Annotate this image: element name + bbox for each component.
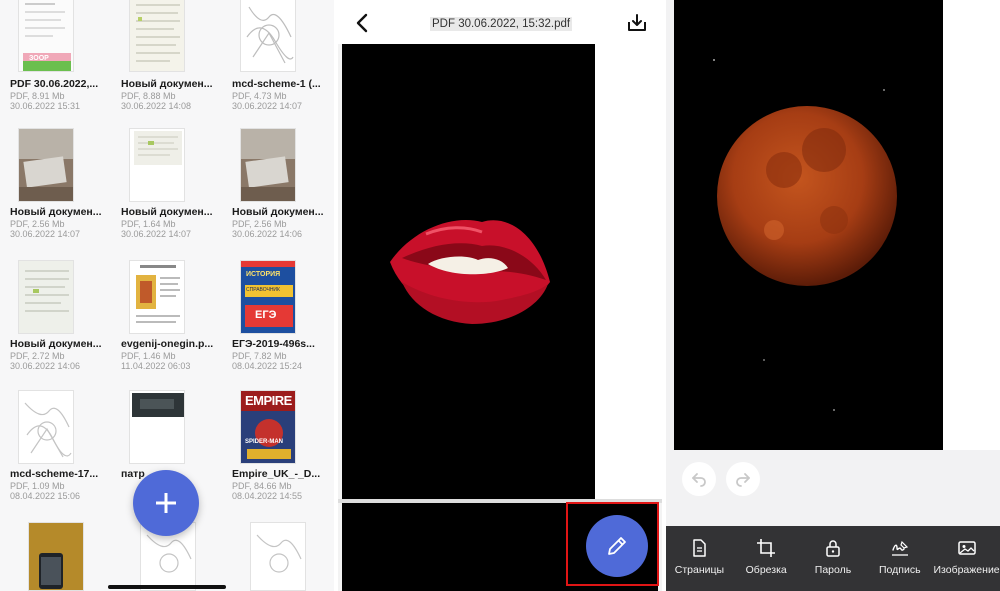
back-button[interactable]	[352, 12, 374, 34]
file-card[interactable]: ЗООР PDF 30.06.2022,... PDF, 8.91 Mb 30.…	[0, 0, 106, 132]
home-indicator	[108, 585, 226, 589]
redo-icon	[736, 473, 750, 487]
add-file-button[interactable]	[133, 470, 199, 536]
file-thumbnail	[18, 390, 74, 464]
plus-icon	[156, 493, 176, 513]
edit-button[interactable]	[586, 515, 648, 577]
pdf-page-margin	[943, 0, 1000, 450]
pdf-page[interactable]	[342, 44, 595, 499]
crop-tool[interactable]: Обрезка	[733, 526, 800, 591]
signature-icon	[891, 540, 908, 556]
file-card[interactable]: Новый докумен... PDF, 1.64 Mb 30.06.2022…	[111, 128, 217, 260]
file-thumbnail: ЗООР	[18, 0, 74, 72]
file-card[interactable]: evgenij-onegin.p... PDF, 1.46 Mb 11.04.2…	[111, 260, 217, 392]
tool-label: Страницы	[674, 564, 725, 576]
pages-tool[interactable]: Страницы	[666, 526, 733, 591]
file-date: 30.06.2022 14:07	[232, 101, 303, 111]
file-card[interactable]: mcd-scheme-1 (... PDF, 4.73 Mb 30.06.202…	[222, 0, 328, 132]
file-date: 30.06.2022 14:07	[121, 229, 192, 239]
file-name: Новый докумен...	[121, 78, 213, 90]
tool-label: Пароль	[814, 564, 852, 576]
book-exam-text: ЕГЭ	[255, 309, 277, 321]
file-date: 30.06.2022 14:08	[121, 101, 192, 111]
download-button[interactable]	[626, 12, 648, 34]
file-name: Empire_UK_-_D...	[232, 468, 321, 480]
file-date: 08.04.2022 15:06	[10, 491, 81, 501]
moon-image	[674, 0, 943, 450]
file-date: 30.06.2022 14:07	[10, 229, 81, 239]
image-icon	[957, 541, 976, 555]
editor-panel: Страницы Обрезка Пароль Подпись Изображе…	[666, 0, 1000, 591]
file-card[interactable]: Новый докумен... PDF, 2.56 Mb 30.06.2022…	[0, 128, 106, 260]
book-subtitle-text: СПРАВОЧНИК	[246, 287, 280, 293]
pdf-page[interactable]	[674, 0, 943, 450]
file-card[interactable]: EMPIRE SPIDER-MAN Empire_UK_-_D... PDF, …	[222, 390, 328, 522]
pages-icon	[693, 539, 707, 557]
files-panel: ЗООР PDF 30.06.2022,... PDF, 8.91 Mb 30.…	[0, 0, 334, 591]
file-date: 30.06.2022 14:06	[232, 229, 303, 239]
viewer-header: PDF 30.06.2022, 15:32.pdf	[338, 0, 662, 44]
promo-thumb-text: ЗООР	[29, 55, 49, 62]
magazine-title-text: EMPIRE	[245, 393, 292, 408]
file-date: 11.04.2022 06:03	[121, 361, 191, 371]
file-card[interactable]: Новый докумен... PDF, 2.72 Mb 30.06.2022…	[0, 260, 106, 392]
file-date: 30.06.2022 14:06	[10, 361, 81, 371]
crop-icon	[757, 539, 776, 557]
file-thumbnail	[240, 128, 296, 202]
file-card[interactable]: Новый докумен... PDF, 2.56 Mb 30.06.2022…	[222, 128, 328, 260]
file-thumbnail	[18, 128, 74, 202]
undo-button[interactable]	[682, 462, 716, 496]
file-thumbnail[interactable]	[250, 522, 306, 591]
file-thumbnail	[129, 0, 185, 72]
file-thumbnail: ИСТОРИЯ СПРАВОЧНИК ЕГЭ	[240, 260, 296, 334]
file-thumbnail[interactable]	[28, 522, 84, 591]
download-icon	[628, 14, 646, 31]
file-name: mcd-scheme-17...	[10, 468, 99, 480]
file-thumbnail	[240, 0, 296, 72]
file-date: 08.04.2022 15:24	[232, 361, 303, 371]
file-name: evgenij-onegin.p...	[121, 338, 214, 350]
signature-tool[interactable]: Подпись	[866, 526, 933, 591]
file-date: 08.04.2022 14:55	[232, 491, 303, 501]
file-thumbnail	[129, 260, 185, 334]
password-tool[interactable]: Пароль	[800, 526, 867, 591]
magazine-subtitle-text: SPIDER-MAN	[245, 439, 284, 445]
pencil-icon	[608, 537, 626, 555]
file-thumbnail: EMPIRE SPIDER-MAN	[240, 390, 296, 464]
lips-image	[342, 44, 595, 499]
tool-label: Подпись	[879, 564, 921, 576]
edit-toolbar: Страницы Обрезка Пароль Подпись Изображе…	[666, 526, 1000, 591]
lock-icon	[826, 540, 840, 557]
book-title-text: ИСТОРИЯ	[246, 271, 281, 278]
pdf-page-margin	[595, 44, 662, 499]
file-name: Новый докумен...	[121, 206, 213, 218]
undo-icon	[692, 473, 706, 487]
file-thumbnail	[129, 128, 185, 202]
tool-label: Изображение	[933, 564, 1000, 576]
file-name: mcd-scheme-1 (...	[232, 78, 321, 90]
file-card[interactable]: ИСТОРИЯ СПРАВОЧНИК ЕГЭ ЕГЭ-2019-496s... …	[222, 260, 328, 392]
file-card[interactable]: mcd-scheme-17... PDF, 1.09 Mb 08.04.2022…	[0, 390, 106, 522]
file-thumbnail	[129, 390, 185, 464]
document-title: PDF 30.06.2022, 15:32.pdf	[430, 17, 573, 31]
file-name: Новый докумен...	[232, 206, 324, 218]
tool-label: Обрезка	[745, 564, 787, 576]
file-card[interactable]: Новый докумен... PDF, 8.88 Mb 30.06.2022…	[111, 0, 217, 132]
file-name: ЕГЭ-2019-496s...	[232, 338, 315, 350]
file-name: Новый докумен...	[10, 206, 102, 218]
file-name: Новый докумен...	[10, 338, 102, 350]
redo-button[interactable]	[726, 462, 760, 496]
pdf-viewer-panel: PDF 30.06.2022, 15:32.pdf	[338, 0, 662, 591]
file-date: 30.06.2022 15:31	[10, 101, 81, 111]
file-thumbnail	[18, 260, 74, 334]
file-name: PDF 30.06.2022,...	[10, 78, 99, 90]
chevron-left-icon	[356, 13, 368, 33]
image-tool[interactable]: Изображение	[933, 526, 1000, 591]
